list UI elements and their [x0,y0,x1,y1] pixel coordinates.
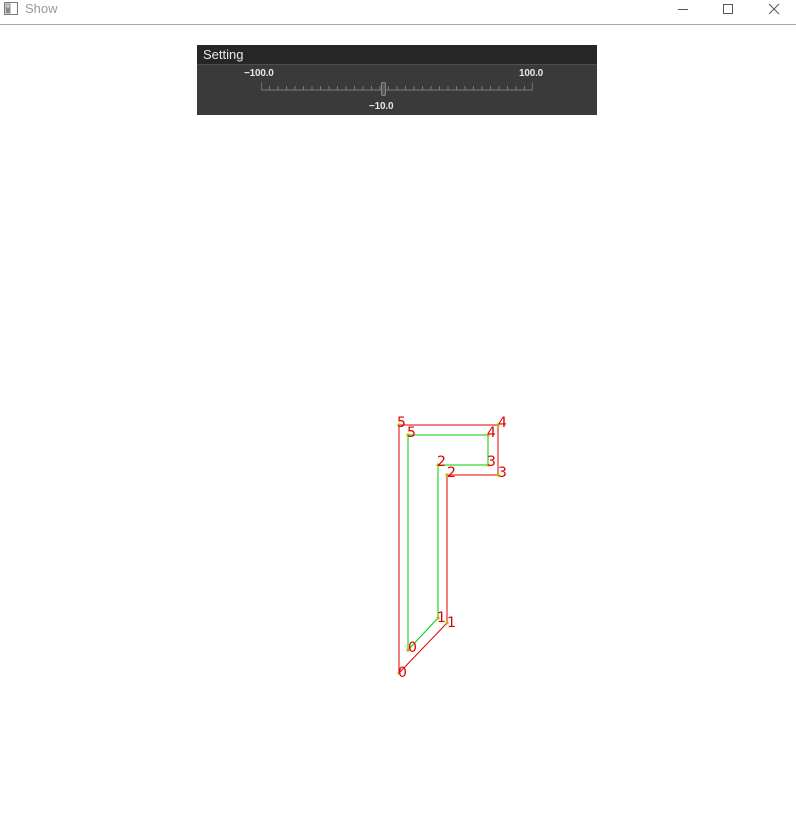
inner-label-4: 4 [487,425,496,441]
minimize-button[interactable] [661,0,705,18]
minimize-icon [678,9,688,10]
inner-label-2: 2 [437,454,446,470]
outer-label-2: 2 [447,465,456,481]
inner-label-3: 3 [487,454,496,470]
outer-label-1: 1 [447,615,456,631]
window-title: Show [25,1,58,16]
title-bar: Show [0,0,796,25]
inner-label-5: 5 [407,425,416,441]
outer-label-0: 0 [398,665,407,681]
inner-label-0: 0 [408,640,417,656]
maximize-icon [723,4,733,14]
maximize-button[interactable] [706,0,750,18]
drawing-canvas: 0 1 2 3 4 5 0 1 2 3 4 5 [397,415,507,681]
close-icon [768,3,780,15]
outer-vertices [397,423,500,675]
inner-label-1: 1 [437,610,446,626]
outer-label-3: 3 [498,465,507,481]
outer-label-4: 4 [498,415,507,431]
outer-outline [398,424,499,675]
outer-label-5: 5 [397,415,406,431]
app-window: Show Setting −100.0 100.0 −10.0 0 1 2 3 … [0,0,796,818]
close-button[interactable] [752,0,796,18]
app-window-icon [4,2,18,15]
